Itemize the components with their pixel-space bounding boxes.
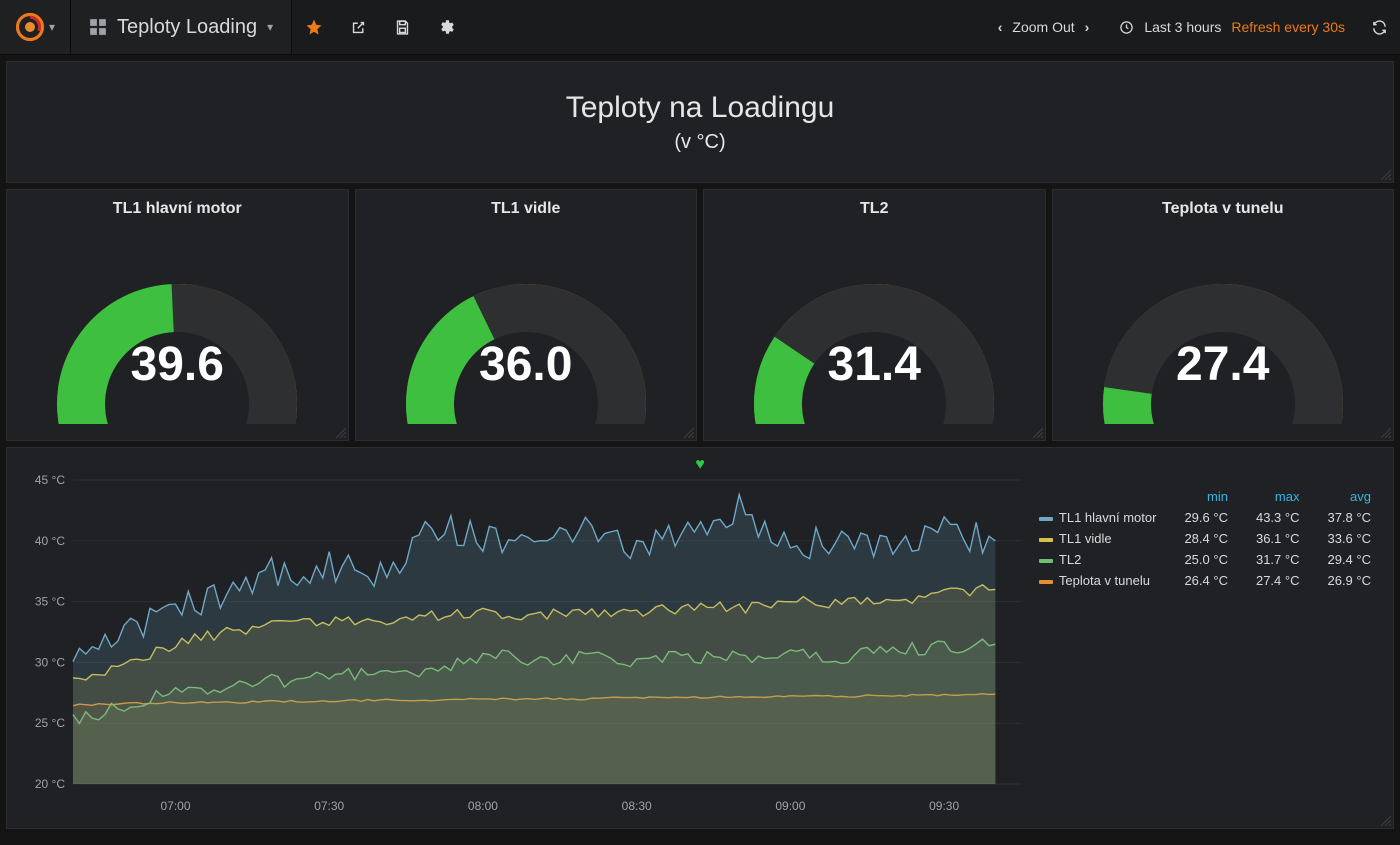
- title-panel: Teploty na Loadingu (v °C): [6, 61, 1394, 183]
- chevron-right-icon[interactable]: ›: [1085, 19, 1090, 35]
- resize-handle-icon[interactable]: [684, 428, 694, 438]
- gauge-value: 31.4: [704, 337, 1045, 392]
- gauge-row: TL1 hlavní motor 39.6 TL1 vidle 36.0 TL2 31.4…: [6, 189, 1394, 441]
- resize-handle-icon[interactable]: [1033, 428, 1043, 438]
- legend-row[interactable]: Teplota v tunelu26.4 °C27.4 °C26.9 °C: [1025, 570, 1385, 591]
- dashboard-name: Teploty Loading: [117, 16, 257, 39]
- heart-icon: ♥: [695, 456, 705, 474]
- panel-title: TL1 vidle: [491, 190, 560, 218]
- svg-text:20 °C: 20 °C: [35, 777, 65, 791]
- clock-icon: [1119, 20, 1134, 35]
- gauge-value: 39.6: [7, 337, 348, 392]
- time-range-label[interactable]: Last 3 hours: [1144, 19, 1221, 35]
- resize-handle-icon[interactable]: [1381, 816, 1391, 826]
- legend-row[interactable]: TL225.0 °C31.7 °C29.4 °C: [1025, 549, 1385, 570]
- svg-text:09:30: 09:30: [929, 799, 959, 813]
- navbar: ▾ Teploty Loading ▾ ‹ Zoom Out › Last 3: [0, 0, 1400, 55]
- svg-text:08:00: 08:00: [468, 799, 498, 813]
- svg-text:09:00: 09:00: [775, 799, 805, 813]
- zoom-out-button[interactable]: Zoom Out: [1012, 19, 1074, 35]
- dashboard-body: Teploty na Loadingu (v °C) TL1 hlavní mo…: [0, 55, 1400, 841]
- share-icon[interactable]: [336, 0, 380, 54]
- gauge-value: 27.4: [1053, 337, 1394, 392]
- grafana-logo[interactable]: ▾: [0, 0, 71, 54]
- gauge-panel: TL1 hlavní motor 39.6: [6, 189, 349, 441]
- refresh-interval-label[interactable]: Refresh every 30s: [1231, 19, 1345, 35]
- svg-text:30 °C: 30 °C: [35, 655, 65, 669]
- gauge-panel: TL2 31.4: [703, 189, 1046, 441]
- resize-handle-icon[interactable]: [336, 428, 346, 438]
- gauge[interactable]: [1073, 234, 1373, 424]
- chevron-down-icon: ▾: [267, 20, 273, 34]
- gauge[interactable]: [27, 234, 327, 424]
- resize-handle-icon[interactable]: [1381, 170, 1391, 180]
- gauge[interactable]: [376, 234, 676, 424]
- svg-text:35 °C: 35 °C: [35, 595, 65, 609]
- panel-title: TL1 hlavní motor: [113, 190, 242, 218]
- save-icon[interactable]: [380, 0, 424, 54]
- page-subtitle: (v °C): [674, 131, 725, 154]
- panel-title: TL2: [860, 190, 888, 218]
- svg-text:08:30: 08:30: [622, 799, 652, 813]
- page-title: Teploty na Loadingu: [566, 91, 835, 125]
- legend-header: max: [1242, 486, 1314, 507]
- timeseries-panel: ♥ 20 °C 25 °C 30 °C 35 °C 40 °C 45 °C 07:00 07:…: [6, 447, 1394, 829]
- dashboard-picker[interactable]: Teploty Loading ▾: [71, 0, 292, 54]
- legend-row[interactable]: TL1 hlavní motor29.6 °C43.3 °C37.8 °C: [1025, 507, 1385, 528]
- gauge-value: 36.0: [356, 337, 697, 392]
- svg-text:45 °C: 45 °C: [35, 473, 65, 487]
- toolbar: [292, 0, 468, 54]
- star-icon[interactable]: [292, 0, 336, 54]
- legend-header: min: [1170, 486, 1242, 507]
- gauge-panel: Teplota v tunelu 27.4: [1052, 189, 1395, 441]
- timeseries-chart[interactable]: 20 °C 25 °C 30 °C 35 °C 40 °C 45 °C 07:00 07:30…: [15, 462, 1035, 822]
- panel-title: Teplota v tunelu: [1162, 190, 1283, 218]
- chevron-down-icon: ▾: [49, 20, 55, 34]
- refresh-icon[interactable]: [1371, 19, 1388, 36]
- svg-text:25 °C: 25 °C: [35, 716, 65, 730]
- legend-row[interactable]: TL1 vidle28.4 °C36.1 °C33.6 °C: [1025, 528, 1385, 549]
- svg-text:07:00: 07:00: [160, 799, 190, 813]
- legend-header: avg: [1313, 486, 1385, 507]
- resize-handle-icon[interactable]: [1381, 428, 1391, 438]
- legend-table: minmaxavgTL1 hlavní motor29.6 °C43.3 °C3…: [1025, 486, 1385, 591]
- gauge-panel: TL1 vidle 36.0: [355, 189, 698, 441]
- gauge[interactable]: [724, 234, 1024, 424]
- svg-text:07:30: 07:30: [314, 799, 344, 813]
- chevron-left-icon[interactable]: ‹: [998, 19, 1003, 35]
- svg-text:40 °C: 40 °C: [35, 534, 65, 548]
- settings-icon[interactable]: [424, 0, 468, 54]
- dashboard-icon: [89, 18, 107, 36]
- time-picker[interactable]: ‹ Zoom Out › Last 3 hours Refresh every …: [986, 0, 1400, 54]
